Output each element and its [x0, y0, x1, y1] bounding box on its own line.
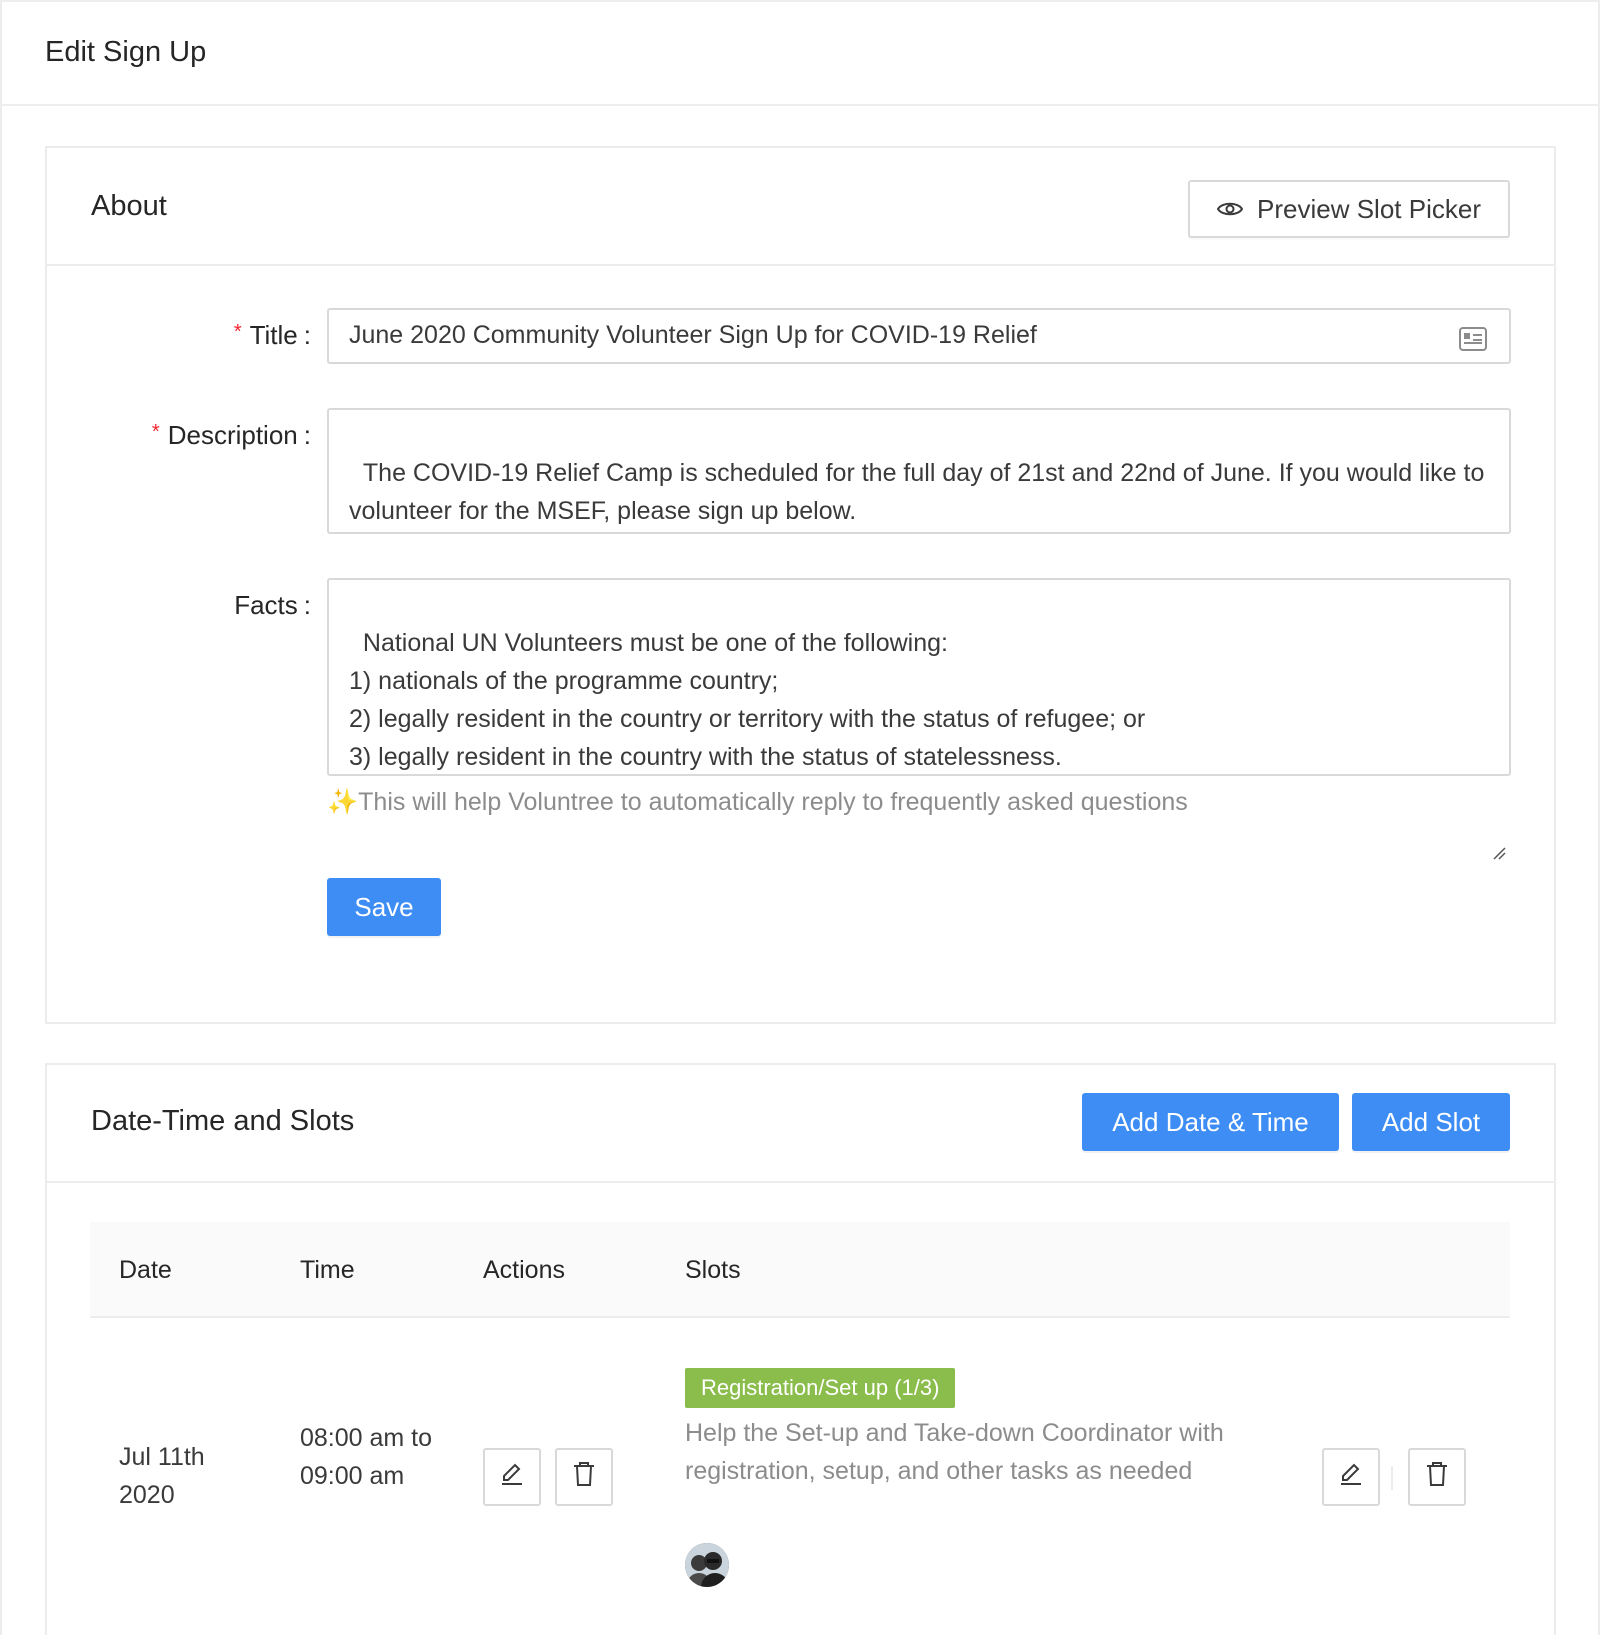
sparkles-icon: ✨ [327, 788, 359, 816]
edit-slot-button[interactable] [1322, 1448, 1380, 1506]
label-colon: : [303, 420, 311, 450]
column-header-date: Date [119, 1256, 172, 1284]
slots-title: Date-Time and Slots [91, 1105, 355, 1137]
required-mark: * [151, 421, 160, 443]
facts-hint: ✨This will help Voluntree to automatical… [327, 788, 1188, 817]
contact-card-icon [1459, 324, 1487, 362]
column-header-actions: Actions [483, 1256, 565, 1284]
resize-grip-icon[interactable] [1492, 515, 1506, 618]
description-label: * Description: [151, 420, 311, 450]
row-time: 08:00 am to 09:00 am [300, 1424, 433, 1490]
slot-description: Help the Set-up and Take-down Coordinato… [685, 1419, 1224, 1485]
about-card-header: About Preview Slot Picker [47, 148, 1554, 266]
about-title: About [91, 190, 167, 222]
preview-slot-picker-button[interactable]: Preview Slot Picker [1188, 180, 1510, 238]
eye-icon [1216, 194, 1244, 225]
trash-icon [572, 1461, 596, 1494]
trash-icon [1425, 1461, 1449, 1494]
slots-card-header: Date-Time and Slots Add Date & Time Add … [47, 1065, 1554, 1183]
delete-slot-button[interactable] [1408, 1448, 1466, 1506]
facts-textarea[interactable]: National UN Volunteers must be one of th… [327, 578, 1511, 860]
edit-icon [499, 1461, 525, 1494]
delete-datetime-button[interactable] [555, 1448, 613, 1506]
edit-datetime-button[interactable] [483, 1448, 541, 1506]
facts-value: National UN Volunteers must be one of th… [349, 629, 1146, 771]
page-title: Edit Sign Up [45, 36, 207, 68]
description-value: The COVID-19 Relief Camp is scheduled fo… [349, 459, 1492, 525]
page-header: Edit Sign Up [0, 0, 1600, 106]
description-textarea[interactable]: The COVID-19 Relief Camp is scheduled fo… [327, 408, 1511, 618]
slots-card: Date-Time and Slots Add Date & Time Add … [45, 1063, 1556, 1635]
title-input-value: June 2020 Community Volunteer Sign Up fo… [349, 321, 1037, 349]
edit-icon [1338, 1461, 1364, 1494]
required-mark: * [233, 321, 242, 343]
title-input[interactable]: June 2020 Community Volunteer Sign Up fo… [327, 308, 1511, 364]
label-colon: : [303, 590, 311, 620]
resize-grip-icon[interactable] [1492, 757, 1506, 860]
label-colon: : [303, 320, 311, 350]
preview-slot-picker-label: Preview Slot Picker [1257, 193, 1481, 224]
row-date: Jul 11th 2020 [119, 1443, 205, 1509]
add-slot-button[interactable]: Add Slot [1352, 1093, 1510, 1151]
slot-tag: Registration/Set up (1/3) [685, 1368, 956, 1408]
volunteer-avatar[interactable] [685, 1543, 729, 1587]
action-divider [1391, 1466, 1393, 1490]
add-date-time-button[interactable]: Add Date & Time [1082, 1093, 1339, 1151]
facts-label: Facts: [234, 590, 311, 620]
column-header-slots: Slots [685, 1256, 741, 1284]
facts-hint-text: This will help Voluntree to automaticall… [358, 788, 1188, 816]
save-button[interactable]: Save [327, 878, 441, 936]
table-header: Date Time Actions Slots [90, 1222, 1510, 1318]
column-header-time: Time [300, 1256, 355, 1284]
title-label: * Title: [233, 320, 311, 350]
